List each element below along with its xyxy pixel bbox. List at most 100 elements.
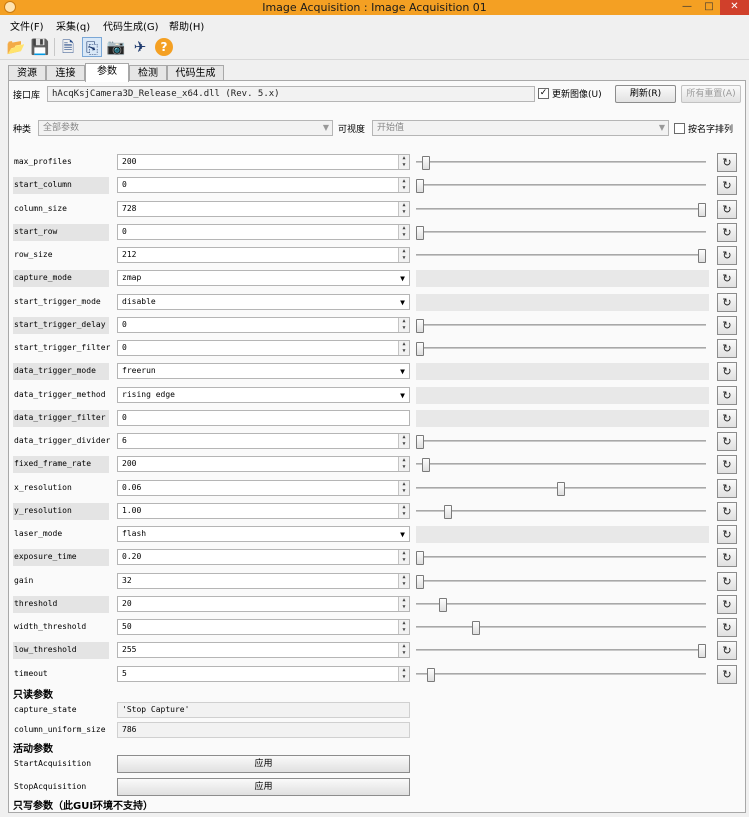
slider-thumb[interactable] [416,575,424,589]
param-select[interactable]: flash ▼ [117,526,410,542]
stop-acquisition-apply-button[interactable]: 应用 [117,778,410,796]
spin-arrows-icon[interactable]: ▲ ▼ [398,643,409,657]
param-slider[interactable] [416,179,706,193]
spin-arrows-icon[interactable]: ▲ ▼ [398,155,409,169]
param-input[interactable]: 50 ▲ ▼ [117,619,410,635]
document-icon[interactable]: 🗎 [58,37,78,57]
param-slider[interactable] [416,668,706,682]
param-input[interactable]: 0.06 ▲ ▼ [117,480,410,496]
spin-arrows-icon[interactable]: ▲ ▼ [398,457,409,471]
reset-param-button[interactable]: ↻ [717,572,737,591]
param-select[interactable]: disable ▼ [117,294,410,310]
spin-arrows-icon[interactable]: ▲ ▼ [398,318,409,332]
refresh-button[interactable]: 刷新(R) [615,85,676,103]
help-icon[interactable]: ? [155,38,173,56]
minimize-button[interactable]: — [676,0,698,15]
menu-codegen[interactable]: 代码生成(G) [103,18,159,33]
slider-thumb[interactable] [416,551,424,565]
reset-param-button[interactable]: ↻ [717,409,737,428]
param-input[interactable]: 200 ▲ ▼ [117,456,410,472]
param-input[interactable]: 20 ▲ ▼ [117,596,410,612]
spin-arrows-icon[interactable]: ▲ ▼ [398,597,409,611]
acquire-icon[interactable]: ⎘ [82,37,102,57]
reset-param-button[interactable]: ↻ [717,362,737,381]
spin-arrows-icon[interactable]: ▲ ▼ [398,481,409,495]
param-slider[interactable] [416,598,706,612]
slider-thumb[interactable] [422,156,430,170]
reset-param-button[interactable]: ↻ [717,595,737,614]
reset-param-button[interactable]: ↻ [717,641,737,660]
spin-arrows-icon[interactable]: ▲ ▼ [398,620,409,634]
param-slider[interactable] [416,156,706,170]
slider-thumb[interactable] [422,458,430,472]
param-input[interactable]: 0.20 ▲ ▼ [117,549,410,565]
reset-param-button[interactable]: ↻ [717,176,737,195]
slider-thumb[interactable] [444,505,452,519]
tab-parameters[interactable]: 参数 [85,63,129,82]
param-slider[interactable] [416,621,706,635]
param-select[interactable]: zmap ▼ [117,270,410,286]
save-icon[interactable]: 💾 [30,37,50,57]
reset-param-button[interactable]: ↻ [717,339,737,358]
param-slider[interactable] [416,575,706,589]
param-slider[interactable] [416,319,706,333]
param-slider[interactable] [416,249,706,263]
param-input[interactable]: 0 ▲ ▼ [117,177,410,193]
reset-param-button[interactable]: ↻ [717,200,737,219]
menu-help[interactable]: 帮助(H) [169,18,204,33]
reset-param-button[interactable]: ↻ [717,246,737,265]
param-slider[interactable] [416,226,706,240]
slider-thumb[interactable] [557,482,565,496]
reset-param-button[interactable]: ↻ [717,548,737,567]
param-input[interactable]: 0 ▲ ▼ [117,340,410,356]
spin-arrows-icon[interactable]: ▲ ▼ [398,434,409,448]
category-select[interactable]: 全部参数 ▼ [38,120,333,136]
param-slider[interactable] [416,203,706,217]
reset-param-button[interactable]: ↻ [717,525,737,544]
param-input[interactable]: 0 ▲ ▼ [117,224,410,240]
close-button[interactable]: ✕ [720,0,749,15]
reset-param-button[interactable]: ↻ [717,153,737,172]
slider-thumb[interactable] [439,598,447,612]
param-slider[interactable] [416,482,706,496]
param-slider[interactable] [416,551,706,565]
reset-param-button[interactable]: ↻ [717,432,737,451]
shoot-icon[interactable]: ✈ [130,37,150,57]
open-folder-icon[interactable]: 📂 [6,37,26,57]
spin-arrows-icon[interactable]: ▲ ▼ [398,248,409,262]
menu-acquire[interactable]: 采集(q) [56,18,90,33]
reset-param-button[interactable]: ↻ [717,618,737,637]
param-slider[interactable] [416,435,706,449]
param-select[interactable]: freerun ▼ [117,363,410,379]
param-input[interactable]: 0 ▲ ▼ [117,317,410,333]
param-slider[interactable] [416,458,706,472]
start-acquisition-apply-button[interactable]: 应用 [117,755,410,773]
slider-thumb[interactable] [427,668,435,682]
slider-thumb[interactable] [416,179,424,193]
sort-by-name-checkbox[interactable] [674,123,685,134]
spin-arrows-icon[interactable]: ▲ ▼ [398,504,409,518]
param-slider[interactable] [416,644,706,658]
param-input[interactable]: 200 ▲ ▼ [117,154,410,170]
tab-resources[interactable]: 资源 [8,65,46,81]
menu-file[interactable]: 文件(F) [10,18,44,33]
slider-thumb[interactable] [416,435,424,449]
spin-arrows-icon[interactable]: ▲ ▼ [398,341,409,355]
reset-param-button[interactable]: ↻ [717,223,737,242]
param-input[interactable]: 212 ▲ ▼ [117,247,410,263]
reset-all-button[interactable]: 所有重置(A) [681,85,741,103]
reset-param-button[interactable]: ↻ [717,479,737,498]
spin-arrows-icon[interactable]: ▲ ▼ [398,574,409,588]
param-input[interactable]: 0 [117,410,410,426]
visibility-select[interactable]: 开始值 ▼ [372,120,669,136]
param-input[interactable]: 6 ▲ ▼ [117,433,410,449]
param-slider[interactable] [416,342,706,356]
slider-thumb[interactable] [698,644,706,658]
param-input[interactable]: 728 ▲ ▼ [117,201,410,217]
spin-arrows-icon[interactable]: ▲ ▼ [398,202,409,216]
update-image-checkbox[interactable]: ✓ [538,88,549,99]
param-input[interactable]: 32 ▲ ▼ [117,573,410,589]
slider-thumb[interactable] [698,203,706,217]
reset-param-button[interactable]: ↻ [717,293,737,312]
camera-icon[interactable]: 📷 [106,37,126,57]
